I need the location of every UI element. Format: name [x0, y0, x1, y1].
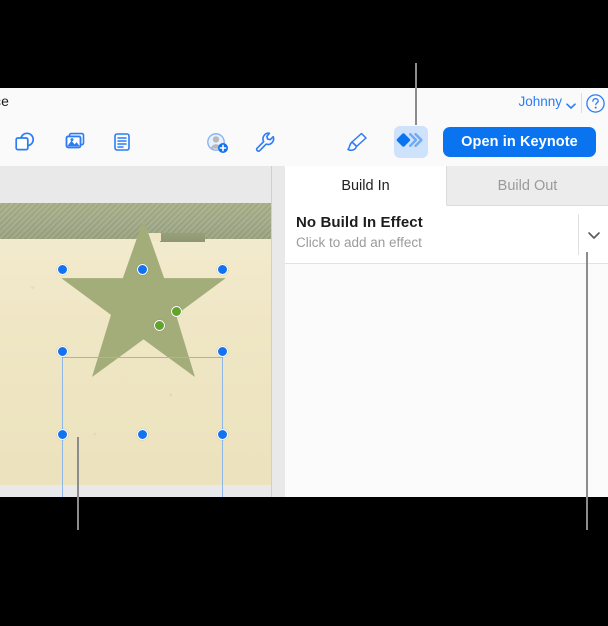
question-mark-circle-icon[interactable]	[585, 93, 606, 114]
animate-tool-button[interactable]	[394, 126, 428, 158]
handle-bottom-center[interactable]	[137, 429, 148, 440]
build-tabs: Build In Build Out	[285, 166, 608, 206]
media-tool-button[interactable]	[58, 126, 92, 158]
header-divider	[581, 93, 582, 113]
animate-diamonds-icon	[396, 131, 426, 153]
handle-middle-right[interactable]	[217, 346, 228, 357]
handle-top-left[interactable]	[57, 264, 68, 275]
text-tool-button[interactable]	[105, 126, 139, 158]
shape-tool-button[interactable]	[8, 126, 42, 158]
workspace: Build In Build Out No Build In Effect Cl…	[0, 166, 608, 497]
build-in-effect-row[interactable]: No Build In Effect Click to add an effec…	[285, 206, 608, 264]
text-document-icon	[109, 129, 135, 155]
open-in-keynote-button[interactable]: Open in Keynote	[443, 127, 596, 157]
handle-top-right[interactable]	[217, 264, 228, 275]
effect-row-divider	[578, 214, 579, 255]
format-tool-button[interactable]	[248, 126, 282, 158]
tab-build-in[interactable]: Build In	[285, 166, 447, 206]
chevron-down-icon[interactable]	[566, 98, 576, 109]
shapes-icon	[12, 129, 38, 155]
tab-build-out[interactable]: Build Out	[447, 166, 608, 206]
slide-canvas-area[interactable]	[0, 166, 272, 497]
photo-stack-icon	[62, 129, 88, 155]
title-bar: ssance Johnny	[0, 88, 608, 118]
animate-inspector-panel: Build In Build Out No Build In Effect Cl…	[285, 166, 608, 497]
effect-subtitle: Click to add an effect	[296, 235, 422, 250]
callout-line-shape-selection	[77, 437, 79, 530]
document-title: ssance	[0, 93, 9, 109]
account-name[interactable]: Johnny	[518, 94, 562, 109]
person-add-icon	[204, 129, 230, 155]
callout-line-animate-button	[415, 63, 417, 125]
paintbrush-tool-button[interactable]	[340, 126, 374, 158]
collaborate-tool-button[interactable]	[200, 126, 234, 158]
star-points-handle[interactable]	[171, 306, 182, 317]
wrench-icon	[252, 129, 278, 155]
callout-line-effect-disclosure	[586, 252, 588, 530]
effect-title: No Build In Effect	[296, 214, 423, 231]
star-inset-handle[interactable]	[154, 320, 165, 331]
chevron-down-icon[interactable]	[586, 228, 602, 240]
main-toolbar: Open in Keynote	[0, 118, 608, 167]
handle-top-center[interactable]	[137, 264, 148, 275]
handle-middle-left[interactable]	[57, 346, 68, 357]
handle-bottom-right[interactable]	[217, 429, 228, 440]
selection-bounding-box	[62, 357, 223, 497]
paintbrush-icon	[343, 129, 371, 155]
handle-bottom-left[interactable]	[57, 429, 68, 440]
keynote-app-window: ssance Johnny	[0, 88, 608, 497]
